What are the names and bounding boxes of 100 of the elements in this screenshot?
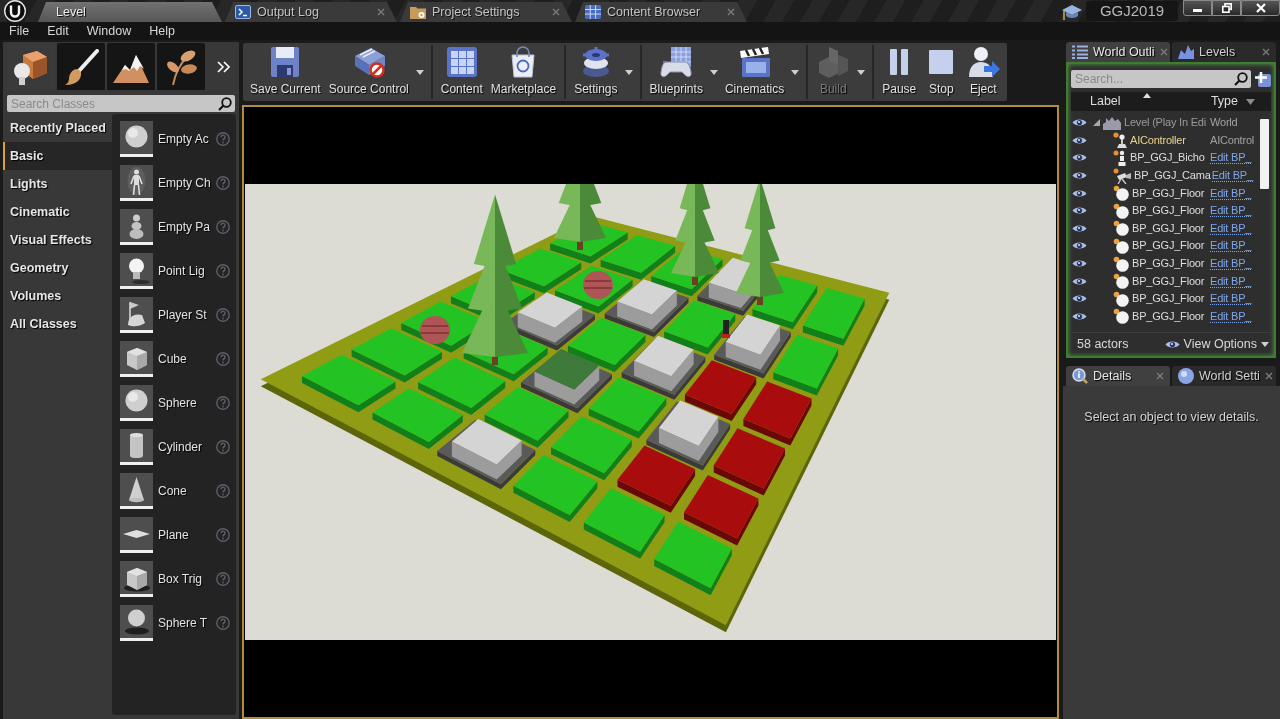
help-icon[interactable] — [216, 528, 230, 542]
toolbar-button[interactable]: Settings — [570, 43, 622, 101]
eye-icon[interactable] — [1072, 188, 1087, 198]
category-item[interactable]: Geometry — [3, 254, 112, 282]
eye-icon[interactable] — [1072, 311, 1087, 321]
close-icon[interactable] — [377, 8, 385, 16]
actor-label[interactable]: BP_GGJ_Floor — [1132, 221, 1205, 235]
type-link[interactable]: Edit BP_ — [1210, 151, 1252, 165]
toolbar-button[interactable]: Stop — [920, 43, 963, 101]
minimize-button[interactable] — [1183, 0, 1212, 16]
class-name[interactable]: Sphere T — [158, 615, 208, 631]
column-header[interactable]: Label — [1090, 94, 1121, 109]
eye-icon[interactable] — [1072, 241, 1087, 251]
type-link[interactable]: Edit BP_ — [1210, 309, 1252, 323]
toolbar-button[interactable]: Blueprints — [645, 43, 707, 101]
view-options-button[interactable]: View Options — [1164, 337, 1269, 352]
class-name[interactable]: Cone — [158, 483, 187, 499]
panel-tab[interactable]: World Setti — [1172, 366, 1276, 386]
document-tab[interactable]: Level — [38, 2, 222, 22]
class-name[interactable]: Empty Pa — [158, 219, 211, 235]
actor-label[interactable]: BP_GGJ_Floor — [1132, 239, 1205, 253]
actor-label[interactable]: BP_GGJ_Floor — [1132, 186, 1205, 200]
class-name[interactable]: Plane — [158, 527, 189, 543]
class-name[interactable]: Player St — [158, 307, 207, 323]
search-icon[interactable] — [218, 97, 232, 111]
expand-arrow-icon[interactable] — [1093, 119, 1100, 127]
type-link[interactable]: Edit BP_ — [1210, 257, 1252, 271]
flag-icon[interactable] — [120, 297, 153, 333]
panel-tab[interactable]: World Outli — [1066, 42, 1170, 62]
scrollbar-thumb[interactable] — [1260, 119, 1269, 189]
menu-item[interactable]: File — [0, 23, 39, 39]
actor-label[interactable]: BP_GGJ_Floor — [1132, 292, 1205, 306]
eye-icon[interactable] — [1072, 171, 1087, 181]
eye-icon[interactable] — [1072, 153, 1087, 163]
actor-label[interactable]: Level (Play In Edi — [1124, 116, 1206, 130]
document-tab[interactable]: Project Settings — [400, 2, 572, 22]
cube-icon[interactable] — [120, 341, 153, 377]
column-header[interactable]: Type — [1210, 94, 1238, 109]
mannequin-icon[interactable] — [120, 165, 153, 201]
add-icon[interactable] — [1255, 71, 1271, 87]
toolbar-button[interactable]: Save Current — [246, 43, 325, 101]
category-item[interactable]: Recently Placed — [3, 114, 112, 142]
type-link[interactable]: Edit BP_ — [1210, 204, 1252, 218]
eye-icon[interactable] — [1072, 135, 1087, 145]
plane-icon[interactable] — [120, 517, 153, 553]
search-field[interactable]: Search Classes — [7, 95, 235, 112]
category-item[interactable]: All Classes — [3, 310, 112, 338]
actor-label[interactable]: BP_GGJ_Floor — [1132, 256, 1205, 271]
cone-icon[interactable] — [120, 473, 153, 509]
toolbar-button[interactable]: Marketplace — [486, 43, 561, 101]
actor-label[interactable]: BP_GGJ_Floor — [1132, 204, 1205, 218]
type-link[interactable]: Edit BP_ — [1210, 186, 1252, 200]
type-link[interactable]: Edit BP_ — [1210, 274, 1252, 288]
help-icon[interactable] — [216, 484, 230, 498]
type-link[interactable]: Edit BP_ — [1210, 292, 1252, 306]
help-icon[interactable] — [216, 352, 230, 366]
mode-tab[interactable] — [107, 43, 155, 90]
panel-tab[interactable]: Levels — [1172, 42, 1276, 62]
viewport[interactable] — [242, 105, 1059, 719]
toolbar-button[interactable]: Source Control — [324, 43, 413, 101]
help-icon[interactable] — [216, 176, 230, 190]
help-icon[interactable] — [216, 396, 230, 410]
toolbar-button[interactable]: Content — [436, 43, 487, 101]
help-icon[interactable] — [216, 308, 230, 322]
class-name[interactable]: Sphere — [158, 395, 197, 411]
help-icon[interactable] — [216, 616, 230, 630]
help-icon[interactable] — [216, 264, 230, 278]
help-icon[interactable] — [216, 572, 230, 586]
eye-icon[interactable] — [1072, 118, 1087, 128]
document-tab[interactable]: Output Log — [225, 2, 397, 22]
actor-label[interactable]: BP_GGJ_Floor — [1132, 274, 1205, 288]
type-link[interactable]: Edit BP_ — [1211, 169, 1253, 183]
eye-icon[interactable] — [1072, 276, 1087, 286]
eye-icon[interactable] — [1072, 294, 1087, 304]
document-tab[interactable]: Content Browser — [575, 2, 747, 22]
mode-tab[interactable] — [157, 43, 205, 90]
category-item[interactable]: Basic — [3, 142, 112, 170]
menu-item[interactable]: Window — [77, 23, 141, 39]
cylinder-icon[interactable] — [120, 429, 153, 465]
search-field[interactable]: Search... — [1071, 70, 1251, 88]
type-link[interactable]: Edit BP_ — [1210, 239, 1252, 253]
help-icon[interactable] — [216, 220, 230, 234]
category-item[interactable]: Cinematic — [3, 198, 112, 226]
close-icon[interactable] — [1156, 372, 1164, 380]
actor-label[interactable]: BP_GGJ_Cama — [1134, 169, 1211, 183]
restore-button[interactable] — [1212, 0, 1241, 16]
toolbar-button[interactable]: Cinematics — [720, 43, 789, 101]
close-button[interactable] — [1241, 0, 1280, 16]
category-item[interactable]: Visual Effects — [3, 226, 112, 254]
class-name[interactable]: Point Lig — [158, 263, 205, 279]
close-icon[interactable] — [552, 8, 560, 16]
cube-icon[interactable] — [120, 561, 153, 597]
class-name[interactable]: Box Trig — [158, 571, 202, 587]
toolbar-button[interactable]: Eject — [962, 43, 1005, 101]
eye-icon[interactable] — [1072, 223, 1087, 233]
menu-item[interactable]: Help — [140, 23, 184, 39]
pawn-icon[interactable] — [120, 209, 153, 245]
class-name[interactable]: Cylinder — [158, 439, 202, 455]
category-item[interactable]: Volumes — [3, 282, 112, 310]
close-icon[interactable] — [1159, 48, 1168, 56]
